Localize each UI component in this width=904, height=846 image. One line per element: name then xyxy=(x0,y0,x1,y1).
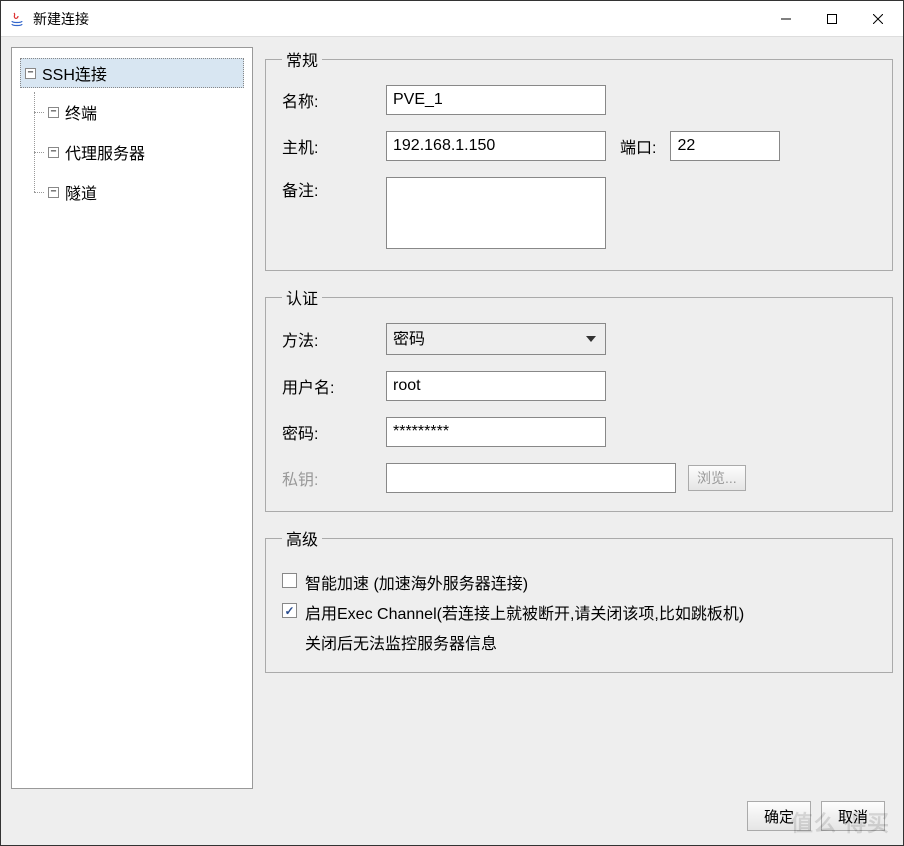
tree-item-label: 终端 xyxy=(65,100,97,124)
maximize-button[interactable] xyxy=(809,2,855,36)
watermark: 值么 得买 xyxy=(791,806,890,838)
method-label: 方法: xyxy=(282,327,372,351)
pk-label: 私钥: xyxy=(282,466,372,490)
category-sidebar: − SSH连接 − 终端 − 代理服务器 − 隧道 xyxy=(11,47,253,789)
browse-button[interactable]: 浏览... xyxy=(688,465,746,491)
tree-leaf-icon: − xyxy=(48,107,59,118)
note-textarea[interactable] xyxy=(386,177,606,249)
titlebar: 新建连接 xyxy=(1,1,903,37)
dialog-footer: 确定 取消 xyxy=(11,789,893,835)
tree-item-tunnel[interactable]: − 隧道 xyxy=(30,172,244,212)
user-input[interactable] xyxy=(386,371,606,401)
tree-root-label: SSH连接 xyxy=(42,61,107,85)
method-select[interactable]: 密码 xyxy=(386,323,606,355)
window-title: 新建连接 xyxy=(33,9,89,29)
group-advanced-legend: 高级 xyxy=(282,526,322,550)
port-input[interactable] xyxy=(670,131,780,161)
tree-leaf-icon: − xyxy=(48,187,59,198)
group-general: 常规 名称: 主机: 端口: 备注: xyxy=(265,47,893,271)
java-app-icon xyxy=(9,11,25,27)
exec-channel-label: 启用Exec Channel(若连接上就被断开,请关闭该项,比如跳板机) xyxy=(305,600,744,624)
name-label: 名称: xyxy=(282,88,372,112)
close-button[interactable] xyxy=(855,2,901,36)
pk-input xyxy=(386,463,676,493)
name-input[interactable] xyxy=(386,85,606,115)
pass-input[interactable] xyxy=(386,417,606,447)
tree-leaf-icon: − xyxy=(48,147,59,158)
exec-channel-sub: 关闭后无法监控服务器信息 xyxy=(305,630,876,654)
tree-item-label: 隧道 xyxy=(65,180,97,204)
group-advanced: 高级 智能加速 (加速海外服务器连接) 启用Exec Channel(若连接上就… xyxy=(265,526,893,673)
host-input[interactable] xyxy=(386,131,606,161)
note-label: 备注: xyxy=(282,177,372,201)
pass-label: 密码: xyxy=(282,420,372,444)
tree-item-terminal[interactable]: − 终端 xyxy=(30,92,244,132)
smart-accel-label: 智能加速 (加速海外服务器连接) xyxy=(305,570,528,594)
tree-item-label: 代理服务器 xyxy=(65,140,145,164)
tree-collapse-icon[interactable]: − xyxy=(25,68,36,79)
smart-accel-row: 智能加速 (加速海外服务器连接) xyxy=(282,570,876,594)
user-label: 用户名: xyxy=(282,374,372,398)
form-panel: 常规 名称: 主机: 端口: 备注: xyxy=(265,47,893,789)
tree-item-proxy[interactable]: − 代理服务器 xyxy=(30,132,244,172)
port-label: 端口: xyxy=(620,134,656,158)
exec-channel-checkbox[interactable] xyxy=(282,603,297,618)
app-window: 新建连接 − SSH连接 − 终端 xyxy=(0,0,904,846)
minimize-button[interactable] xyxy=(763,2,809,36)
host-label: 主机: xyxy=(282,134,372,158)
tree-root-ssh[interactable]: − SSH连接 xyxy=(20,58,244,88)
client-area: − SSH连接 − 终端 − 代理服务器 − 隧道 xyxy=(1,37,903,845)
smart-accel-checkbox[interactable] xyxy=(282,573,297,588)
group-auth-legend: 认证 xyxy=(282,285,322,309)
exec-channel-row: 启用Exec Channel(若连接上就被断开,请关闭该项,比如跳板机) xyxy=(282,600,876,624)
group-general-legend: 常规 xyxy=(282,47,322,71)
group-auth: 认证 方法: 密码 用户名: 密码: xyxy=(265,285,893,512)
